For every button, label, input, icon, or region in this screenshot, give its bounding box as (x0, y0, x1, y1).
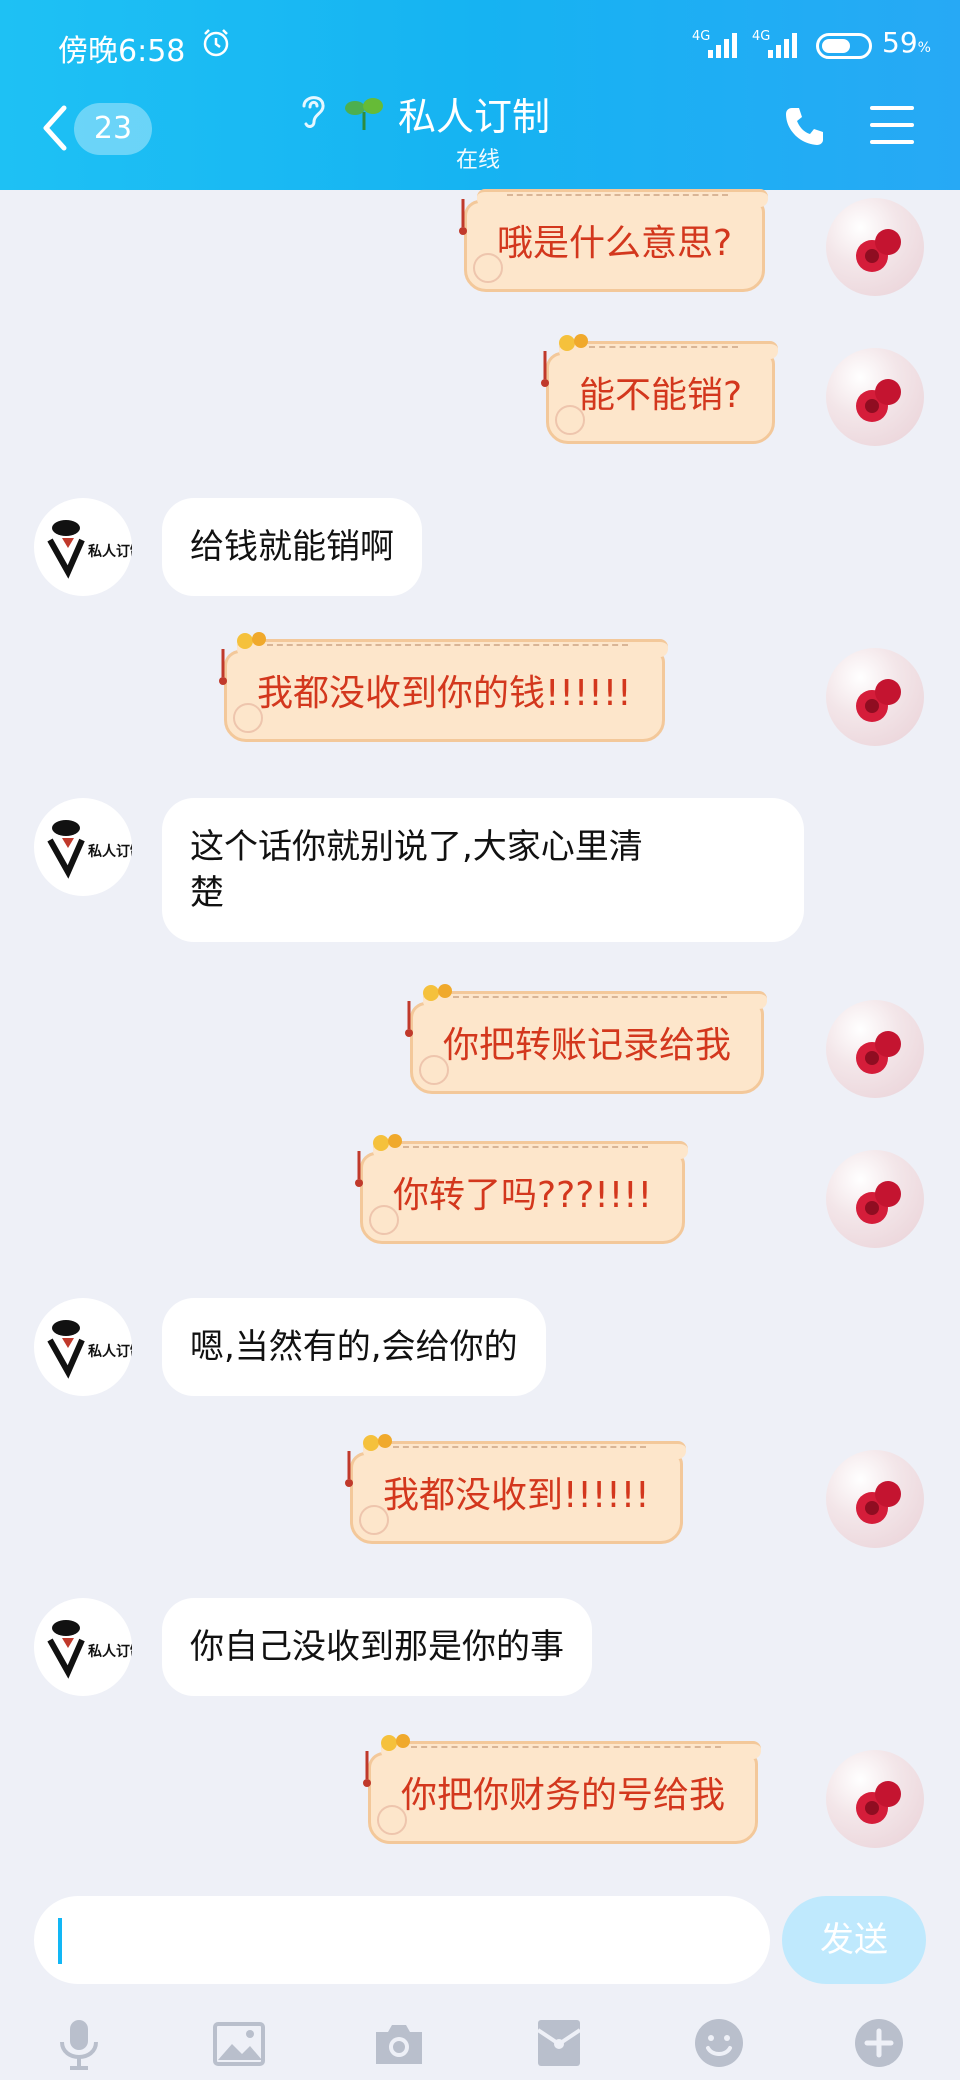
message-text: 给钱就能销啊 (190, 527, 394, 567)
message-bubble-outgoing[interactable]: 我都没收到!!!!!! (345, 1434, 686, 1544)
contact-avatar[interactable]: 私人订制 (34, 1298, 132, 1396)
message-bubble-incoming[interactable]: 嗯,当然有的,会给你的 (162, 1298, 546, 1396)
emoji-icon[interactable] (692, 2016, 746, 2070)
message-bubble-outgoing[interactable]: 你转了吗???!!!! (355, 1134, 689, 1244)
status-bar: 傍晚6:58 4G 4G 59% (0, 0, 960, 90)
status-time: 傍晚6:58 (58, 34, 186, 69)
message-text: 我都没收到你的钱!!!!!! (257, 673, 632, 714)
battery-percent: 59% (882, 26, 931, 59)
my-avatar[interactable] (826, 1150, 924, 1248)
svg-text:私人订制: 私人订制 (88, 1343, 132, 1360)
signal-icon-2 (768, 33, 797, 58)
unread-count-badge[interactable]: 23 (74, 103, 152, 155)
sprout-icon (345, 98, 383, 130)
signal-icon (708, 33, 737, 58)
message-text: 你自己没收到那是你的事 (190, 1627, 564, 1667)
online-status: 在线 (456, 148, 501, 173)
contact-avatar[interactable]: 私人订制 (34, 1598, 132, 1696)
message-text: 这个话你就别说了,大家心里清 (190, 827, 643, 867)
send-button[interactable]: 发送 (782, 1896, 926, 1984)
message-text-line2: 楚 (190, 873, 224, 913)
message-bubble-outgoing[interactable]: 我都没收到你的钱!!!!!! (219, 632, 668, 742)
message-bubble-outgoing[interactable]: 哦是什么意思? (459, 189, 769, 292)
svg-text:私人订制: 私人订制 (88, 843, 132, 860)
mic-icon[interactable] (52, 2016, 106, 2070)
message-text: 你转了吗???!!!! (393, 1175, 653, 1216)
menu-icon[interactable] (870, 106, 914, 146)
alarm-icon (203, 29, 229, 57)
message-text: 嗯,当然有的,会给你的 (190, 1327, 518, 1367)
my-avatar[interactable] (826, 1750, 924, 1848)
input-area: 发送 (0, 1866, 960, 2080)
chat-header: 傍晚6:58 4G 4G 59% 23 私人订制 在线 (0, 0, 960, 190)
message-bubble-outgoing[interactable]: 你把你财务的号给我 (363, 1734, 762, 1844)
message-bubble-incoming[interactable]: 这个话你就别说了,大家心里清 楚 (162, 798, 804, 942)
contact-avatar[interactable]: 私人订制 (34, 798, 132, 896)
message-text: 能不能销? (579, 375, 743, 416)
contact-avatar[interactable]: 私人订制 (34, 498, 132, 596)
red-packet-icon[interactable] (532, 2016, 586, 2070)
camera-icon[interactable] (372, 2016, 426, 2070)
my-avatar[interactable] (826, 198, 924, 296)
text-caret (58, 1918, 62, 1964)
ear-icon[interactable] (296, 90, 330, 130)
message-text: 哦是什么意思? (497, 223, 733, 264)
svg-text:私人订制: 私人订制 (88, 1643, 132, 1660)
my-avatar[interactable] (826, 348, 924, 446)
message-input[interactable] (34, 1896, 770, 1984)
message-bubble-outgoing[interactable]: 你把转账记录给我 (405, 984, 768, 1094)
svg-text:私人订制: 私人订制 (88, 543, 132, 560)
message-text: 我都没收到!!!!!! (383, 1475, 650, 1516)
back-chevron-icon[interactable] (36, 100, 76, 156)
phone-icon[interactable] (782, 104, 826, 148)
message-text: 你把转账记录给我 (443, 1025, 732, 1066)
message-bubble-incoming[interactable]: 你自己没收到那是你的事 (162, 1598, 592, 1696)
image-icon[interactable] (212, 2016, 266, 2070)
message-text: 你把你财务的号给我 (401, 1775, 726, 1816)
plus-icon[interactable] (852, 2016, 906, 2070)
chat-title: 私人订制 (398, 95, 551, 139)
battery-icon (816, 33, 872, 59)
message-bubble-incoming[interactable]: 给钱就能销啊 (162, 498, 422, 596)
my-avatar[interactable] (826, 1000, 924, 1098)
message-bubble-outgoing[interactable]: 能不能销? (541, 334, 779, 444)
my-avatar[interactable] (826, 648, 924, 746)
my-avatar[interactable] (826, 1450, 924, 1548)
